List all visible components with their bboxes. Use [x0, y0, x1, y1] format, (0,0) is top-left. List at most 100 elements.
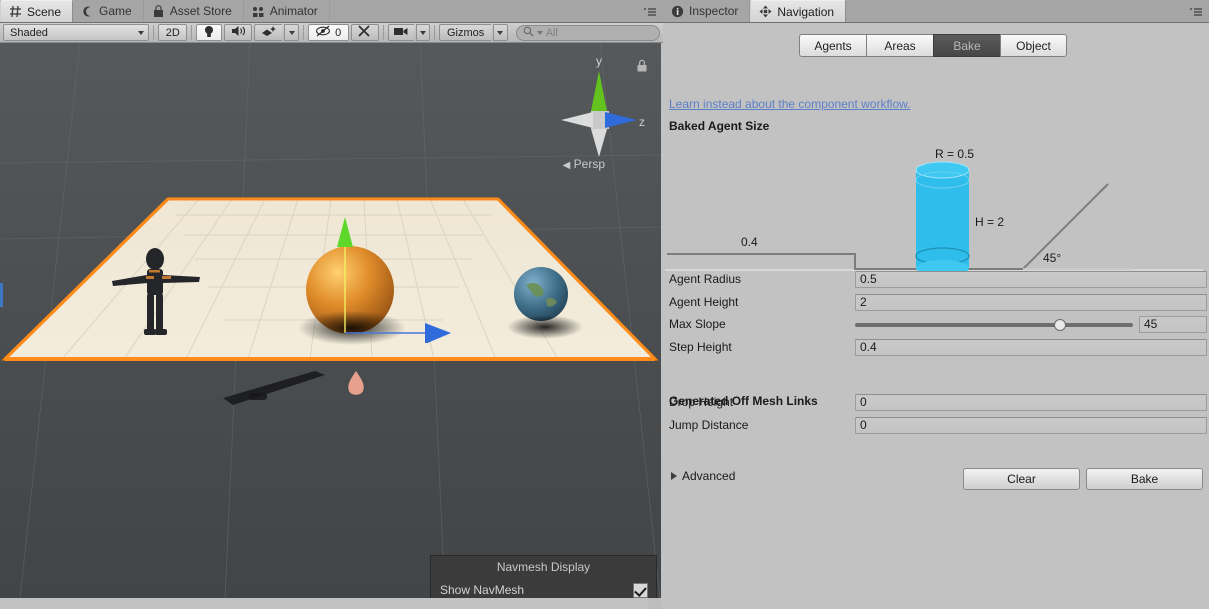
baked-agent-size-diagram: 0.4 45° R = 0.5 H = 2 [665, 147, 1203, 276]
toolbar-divider-4 [382, 25, 384, 40]
show-navmesh-label: Show NavMesh [440, 583, 525, 597]
mode-tab-object[interactable]: Object [1000, 34, 1067, 57]
inspector-panel-menu-icon[interactable] [1189, 6, 1203, 17]
jump-distance-label: Jump Distance [669, 418, 749, 432]
plane-selection-outline [3, 197, 657, 361]
fx-dropdown-button[interactable] [284, 24, 299, 41]
gizmos-dropdown-button[interactable] [493, 24, 508, 41]
hidden-objects-button[interactable]: 0 [307, 24, 349, 41]
padlock-icon[interactable] [635, 59, 649, 73]
navmesh-option-show-navmesh[interactable]: Show NavMesh [431, 578, 656, 598]
advanced-foldout[interactable]: Advanced [671, 469, 735, 483]
scene-camera-button[interactable] [387, 24, 414, 41]
diagram-agent-cylinder [915, 161, 970, 276]
mode-tab-bake-label: Bake [953, 38, 981, 53]
two-d-label: 2D [165, 26, 180, 39]
camera-dropdown-button[interactable] [415, 24, 430, 41]
scene-tools-button[interactable] [350, 24, 379, 41]
draw-mode-dropdown[interactable]: Shaded [3, 24, 150, 41]
chevron-down-icon [288, 30, 295, 35]
tab-animator[interactable]: Animator [244, 0, 330, 22]
diagram-slope-label: 45° [1043, 251, 1061, 265]
slider-track [855, 322, 1133, 327]
lighting-toggle-button[interactable] [196, 24, 223, 41]
gizmo-axis-y-label: y [596, 54, 602, 68]
advanced-foldout-label: Advanced [682, 469, 736, 483]
eye-off-icon [315, 25, 331, 40]
tab-asset-store[interactable]: Asset Store [144, 0, 244, 22]
row-jump-distance: Jump Distance 0 [663, 414, 1209, 436]
scene-search-input[interactable]: All [515, 24, 660, 41]
step-height-input[interactable]: 0.4 [855, 338, 1207, 356]
tab-game-label: Game [99, 4, 132, 18]
scene-viewport[interactable]: y z ◀ Persp Navmesh Display Show NavMesh [0, 43, 661, 598]
animator-icon [252, 5, 265, 18]
viewport-scroll-corner [648, 598, 661, 609]
gizmo-projection-label: Persp [573, 157, 605, 171]
show-navmesh-checkbox[interactable] [633, 582, 648, 598]
bake-button-label: Bake [1130, 472, 1159, 486]
toolbar-divider-2 [191, 25, 193, 40]
max-slope-value: 45 [1144, 317, 1158, 331]
agent-radius-value: 0.5 [860, 272, 877, 286]
fx-toggle-button[interactable] [254, 24, 283, 41]
mode-tab-bake[interactable]: Bake [933, 34, 1000, 57]
scene-panel-menu-icon[interactable] [643, 6, 657, 17]
triangle-right-icon [671, 472, 677, 480]
row-agent-radius: Agent Radius 0.5 [663, 268, 1209, 290]
grid-icon [9, 5, 22, 18]
scene-search-placeholder: All [545, 26, 558, 39]
jump-distance-input[interactable]: 0 [855, 416, 1207, 434]
bake-action-buttons: Clear Bake [963, 468, 1203, 490]
two-d-toggle-button[interactable]: 2D [158, 24, 188, 41]
agent-radius-label: Agent Radius [669, 272, 742, 286]
chevron-down-icon [138, 30, 145, 35]
component-workflow-link[interactable]: Learn instead about the component workfl… [669, 97, 911, 111]
tab-asset-store-label: Asset Store [169, 4, 232, 18]
tab-scene[interactable]: Scene [0, 0, 74, 22]
hidden-objects-count: 0 [335, 26, 342, 39]
tab-inspector[interactable]: Inspector [663, 0, 751, 22]
agent-height-label: Agent Height [669, 295, 739, 309]
tab-animator-label: Animator [269, 4, 318, 18]
agent-radius-input[interactable]: 0.5 [855, 270, 1207, 288]
chevron-down-icon [419, 30, 426, 35]
slider-handle[interactable] [1053, 318, 1066, 331]
clear-button[interactable]: Clear [963, 468, 1080, 490]
gizmo-axis-x-cone [561, 112, 593, 128]
max-slope-slider[interactable] [855, 316, 1133, 333]
gizmo-projection-arrow-icon: ◀ [562, 160, 571, 171]
navigation-mode-tabs: Agents Areas Bake Object [799, 34, 1067, 57]
drop-height-value: 0 [860, 395, 867, 409]
navigation-icon [759, 5, 772, 18]
search-filter-chevron-icon[interactable] [536, 30, 543, 35]
max-slope-control: 45 [855, 315, 1207, 333]
clear-button-label: Clear [1007, 472, 1036, 486]
scene-tabbar: Scene Game Asset Store Animator [0, 0, 663, 23]
gizmo-projection-mode[interactable]: ◀ Persp [563, 157, 605, 171]
tab-game[interactable]: Game [73, 0, 144, 22]
max-slope-input[interactable]: 45 [1139, 315, 1207, 333]
speaker-icon [231, 25, 246, 40]
gizmos-button[interactable]: Gizmos [438, 24, 492, 41]
toolbar-divider-1 [153, 25, 155, 40]
baked-agent-size-heading: Baked Agent Size [669, 119, 770, 133]
drop-height-input[interactable]: 0 [855, 393, 1207, 411]
draw-mode-label: Shaded [10, 26, 48, 39]
bake-button[interactable]: Bake [1086, 468, 1203, 490]
mode-tab-areas[interactable]: Areas [866, 34, 933, 57]
lightbulb-icon [203, 25, 215, 41]
inspector-tabbar: Inspector Navigation [663, 0, 1209, 23]
audio-toggle-button[interactable] [224, 24, 253, 41]
fx-icon [261, 25, 277, 41]
gizmos-label: Gizmos [446, 26, 485, 39]
diagram-radius-label: R = 0.5 [935, 147, 974, 161]
gizmo-axis-negy-cone [591, 129, 607, 157]
agent-height-input[interactable]: 2 [855, 293, 1207, 311]
hierarchy-panel-edge[interactable] [0, 283, 3, 307]
tools-icon [357, 24, 372, 41]
drop-height-label: Drop Height [669, 395, 734, 409]
tab-navigation[interactable]: Navigation [750, 0, 847, 22]
max-slope-label: Max Slope [669, 317, 726, 331]
mode-tab-agents[interactable]: Agents [799, 34, 866, 57]
